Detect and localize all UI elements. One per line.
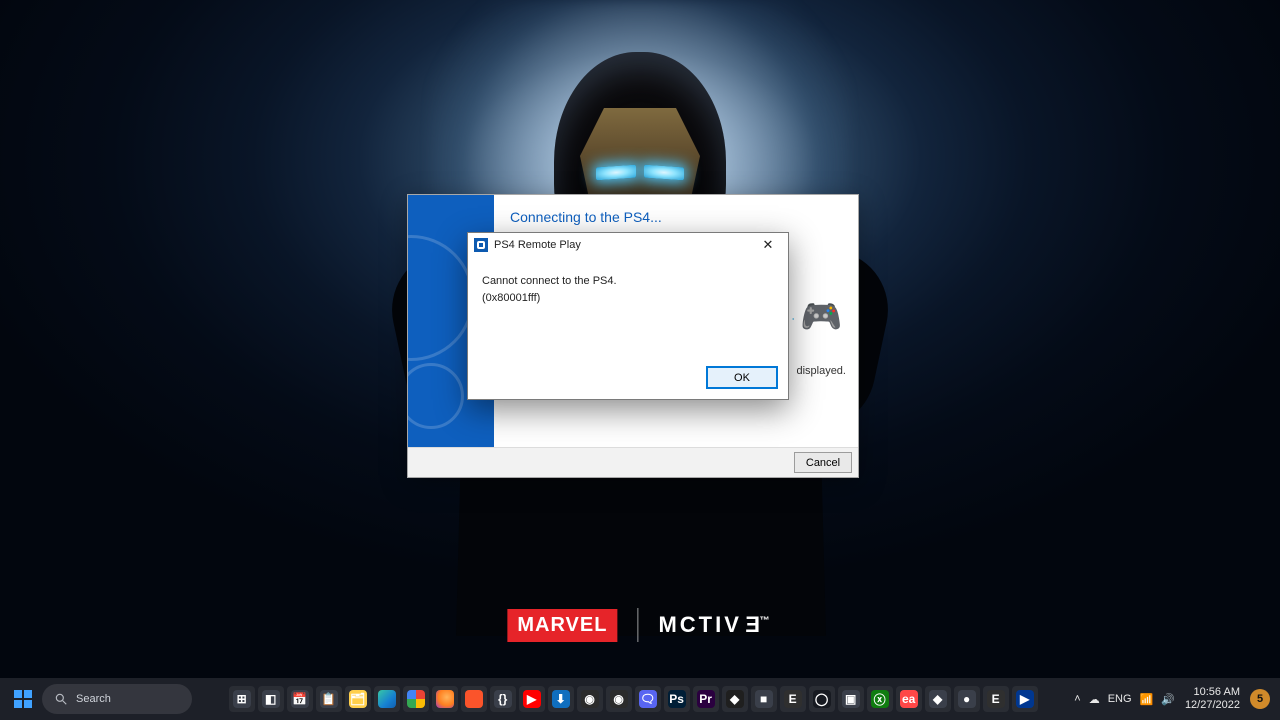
taskbar-app-youtube[interactable]: ▶ [519,686,545,712]
app-1-icon: ■ [760,692,767,706]
taskbar-app-ea[interactable]: ea [896,686,922,712]
taskbar-app-steam[interactable]: ◯ [809,686,835,712]
photoshop-icon: Ps [669,692,684,706]
ms-store-icon: ⬇ [556,692,566,706]
taskbar-search[interactable]: Search [42,684,192,714]
marvel-logo: MARVEL [507,609,617,642]
tray-language[interactable]: ENG [1108,693,1132,705]
steam-icon: ◯ [815,692,828,706]
clock-time: 10:56 AM [1185,686,1240,699]
app-2-icon: ▣ [845,692,856,706]
taskbar-app-epic-2[interactable]: E [983,686,1009,712]
taskbar-app-ps-remote[interactable]: ▶ [1012,686,1038,712]
taskbar-app-chrome[interactable] [403,686,429,712]
taskbar-app-code[interactable]: {} [490,686,516,712]
taskbar-app-explorer[interactable]: 🗂 [345,686,371,712]
taskbar: Search ⊞ ◧ 📅 📋 🗂 {} ▶ ⬇ ◉ ◉ 🗨 Ps Pr ◆ ■ E ◯ ▣ ⓧ ea ◆ ● E ▶ ˄ ☁ … [0,678,1280,720]
tray-wifi-icon[interactable]: 📶 [1140,693,1154,706]
error-dialog[interactable]: PS4 Remote Play ✕ Cannot connect to the … [467,232,789,400]
notes-icon: 📋 [321,692,336,706]
search-placeholder: Search [76,693,111,705]
tray-volume-icon[interactable]: 🔊 [1161,693,1175,706]
error-message-line2: (0x80001fff) [482,290,774,307]
code-icon: {} [498,692,507,706]
taskbar-app-widgets[interactable]: ◧ [258,686,284,712]
motive-logo: MCTIVE™ [658,612,772,638]
wallpaper-logos: MARVEL MCTIVE™ [507,608,772,642]
taskbar-app-premiere[interactable]: Pr [693,686,719,712]
connecting-heading: Connecting to the PS4... [510,209,842,225]
taskbar-app-task-view[interactable]: ⊞ [229,686,255,712]
app-3-icon: ● [963,692,970,706]
taskbar-app-firefox[interactable] [432,686,458,712]
task-view-icon: ⊞ [237,692,247,706]
obs-2-icon: ◉ [613,692,623,706]
taskbar-app-davinci[interactable]: ◆ [722,686,748,712]
widgets-icon: ◧ [265,692,276,706]
taskbar-app-xbox[interactable]: ⓧ [867,686,893,712]
remoteplay-footer: Cancel [408,447,858,477]
taskbar-app-brave[interactable] [461,686,487,712]
close-icon[interactable]: ✕ [752,235,784,255]
clock-date: 12/27/2022 [1185,699,1240,712]
xbox-icon: ⓧ [874,691,886,708]
tray-chevron-icon[interactable]: ˄ [1074,693,1080,705]
start-button[interactable] [8,684,38,714]
error-message-line1: Cannot connect to the PS4. [482,273,774,290]
premiere-icon: Pr [699,692,712,706]
controller-icon: 🎮 [800,297,844,333]
davinci-icon: ◆ [730,692,739,706]
taskbar-app-calendar[interactable]: 📅 [287,686,313,712]
youtube-icon: ▶ [527,692,536,706]
error-dialog-title: PS4 Remote Play [494,239,581,251]
taskbar-pinned-apps: ⊞ ◧ 📅 📋 🗂 {} ▶ ⬇ ◉ ◉ 🗨 Ps Pr ◆ ■ E ◯ ▣ ⓧ ea ◆ ● E ▶ [192,686,1074,712]
calendar-icon: 📅 [292,692,307,706]
system-tray[interactable]: ˄ ☁ ENG 📶 🔊 [1074,693,1175,706]
streamlabs-icon: ◆ [933,692,942,706]
logo-divider [637,608,638,642]
taskbar-app-app-2[interactable]: ▣ [838,686,864,712]
search-icon [54,692,68,706]
error-dialog-titlebar[interactable]: PS4 Remote Play ✕ [468,233,788,257]
remoteplay-app-icon [474,238,488,252]
epic-2-icon: E [992,692,1000,706]
taskbar-app-notes[interactable]: 📋 [316,686,342,712]
ea-icon: ea [902,692,915,706]
tray-cloud-icon[interactable]: ☁ [1089,693,1100,706]
taskbar-app-app-3[interactable]: ● [954,686,980,712]
taskbar-app-streamlabs[interactable]: ◆ [925,686,951,712]
cancel-button[interactable]: Cancel [794,452,852,473]
taskbar-app-obs-2[interactable]: ◉ [606,686,632,712]
taskbar-app-discord[interactable]: 🗨 [635,686,661,712]
taskbar-app-app-1[interactable]: ■ [751,686,777,712]
ps-remote-icon: ▶ [1020,692,1029,706]
obs-icon: ◉ [584,692,594,706]
taskbar-app-photoshop[interactable]: Ps [664,686,690,712]
taskbar-app-obs[interactable]: ◉ [577,686,603,712]
explorer-icon: 🗂 [350,692,365,706]
notification-badge[interactable]: 5 [1250,689,1270,709]
error-dialog-body: Cannot connect to the PS4. (0x80001fff) [468,257,788,306]
taskbar-app-epic[interactable]: E [780,686,806,712]
desktop: MARVEL MCTIVE™ Connecting to the PS4... … [0,0,1280,720]
taskbar-app-ms-store[interactable]: ⬇ [548,686,574,712]
ok-button[interactable]: OK [706,366,778,389]
taskbar-clock[interactable]: 10:56 AM 12/27/2022 [1185,686,1240,711]
taskbar-app-edge[interactable] [374,686,400,712]
discord-icon: 🗨 [640,692,655,706]
epic-icon: E [789,692,797,706]
